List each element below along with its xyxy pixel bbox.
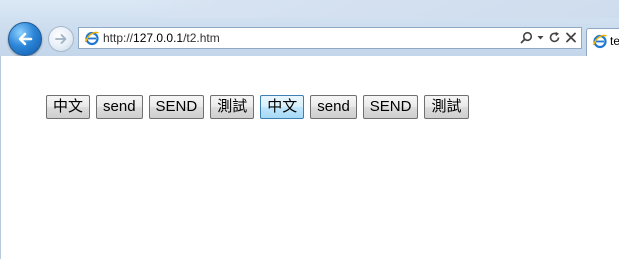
tab-title: te	[610, 34, 619, 48]
search-icon	[520, 31, 533, 43]
address-bar-actions	[520, 30, 577, 46]
button-chinese-1[interactable]: 中文	[46, 95, 91, 119]
url-path: /t2.htm	[183, 31, 220, 45]
ie-logo-icon	[592, 34, 607, 49]
browser-tab[interactable]: te	[586, 28, 619, 56]
button-test-1[interactable]: 測試	[210, 95, 255, 119]
url-host: 127.0.0.1	[133, 31, 184, 45]
forward-button[interactable]	[48, 26, 74, 52]
ie-logo-icon	[84, 31, 99, 46]
browser-toolbar: http://127.0.0.1/t2.htm te	[0, 0, 619, 56]
dropdown-arrow-icon	[537, 35, 544, 39]
stop-button[interactable]	[565, 29, 577, 48]
button-send-upper-1[interactable]: SEND	[148, 95, 205, 119]
back-arrow-icon	[18, 32, 33, 46]
back-button[interactable]	[8, 22, 42, 56]
page-viewport: 中文 send SEND 測試 中文 send SEND 測試	[0, 56, 619, 259]
url-text[interactable]: http://127.0.0.1/t2.htm	[103, 30, 220, 46]
button-row: 中文 send SEND 測試 中文 send SEND 測試	[46, 94, 475, 120]
refresh-button[interactable]	[548, 29, 561, 48]
address-bar[interactable]: http://127.0.0.1/t2.htm	[78, 27, 582, 49]
button-chinese-2[interactable]: 中文	[260, 95, 305, 119]
forward-arrow-icon	[55, 34, 67, 44]
refresh-icon	[549, 31, 560, 42]
url-scheme: http://	[103, 31, 134, 45]
button-test-2[interactable]: 測試	[424, 95, 469, 119]
stop-icon	[566, 32, 576, 42]
button-send-upper-2[interactable]: SEND	[362, 95, 419, 119]
search-button[interactable]	[520, 29, 533, 48]
address-dropdown-button[interactable]	[537, 29, 544, 48]
title-bar-area	[120, 0, 619, 18]
button-send-lower-2[interactable]: send	[310, 95, 357, 119]
button-send-lower-1[interactable]: send	[96, 95, 143, 119]
